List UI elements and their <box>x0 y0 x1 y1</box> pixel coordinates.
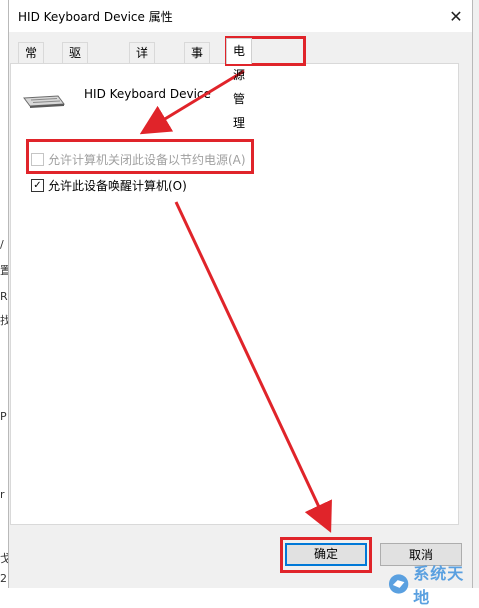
arrow-to-power-off-option <box>139 69 245 135</box>
arrow-to-ok-button <box>174 201 332 533</box>
watermark-text: 系统天地 <box>413 564 465 607</box>
watermark-logo-icon <box>388 574 409 594</box>
watermark: 系统天地 <box>388 560 479 608</box>
tab-power-management[interactable]: 电源管理 <box>226 38 253 130</box>
